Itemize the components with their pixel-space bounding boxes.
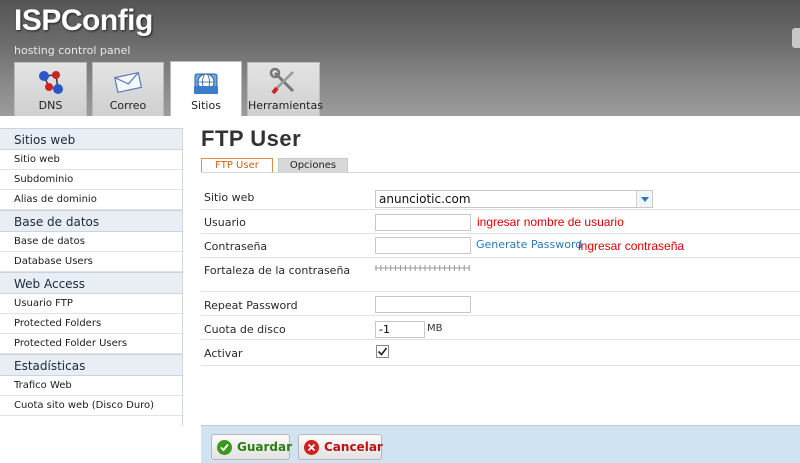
activar-label: Activar — [204, 347, 243, 360]
tab-correo[interactable]: Correo — [92, 62, 164, 116]
usuario-label: Usuario — [204, 216, 246, 229]
tools-icon — [269, 67, 299, 101]
cancel-button[interactable]: Cancelar — [298, 434, 383, 460]
sidebar: Sitios web Sitio web Subdominio Alias de… — [0, 128, 183, 426]
globe-folder-icon — [190, 66, 222, 102]
check-icon — [377, 347, 388, 356]
tab-sitios-label: Sitios — [191, 99, 221, 112]
cancel-button-label: Cancelar — [324, 440, 383, 454]
app-logo: ISPConfig — [14, 4, 153, 37]
sidebar-section-base-de-datos: Base de datos — [0, 210, 182, 232]
sidebar-item-protected-folders[interactable]: Protected Folders — [0, 314, 182, 334]
fortaleza-label: Fortaleza de la contraseña — [204, 264, 351, 277]
chevron-down-icon[interactable] — [636, 191, 652, 207]
repeat-password-input[interactable] — [375, 296, 471, 313]
form-row-repeat-password: Repeat Password — [201, 292, 800, 316]
sitio-web-label: Sitio web — [204, 191, 255, 204]
subtab-ftp-user[interactable]: FTP User — [201, 158, 273, 173]
password-strength-meter — [375, 265, 470, 271]
contrasena-label: Contraseña — [204, 240, 268, 253]
tab-sitios[interactable]: Sitios — [170, 61, 242, 116]
tab-dns-label: DNS — [38, 99, 63, 112]
contrasena-annotation: ingresar contraseña — [578, 239, 685, 253]
cuota-label: Cuota de disco — [204, 323, 286, 336]
form-action-bar: Guardar Cancelar — [201, 425, 800, 463]
sidebar-item-subdominio[interactable]: Subdominio — [0, 170, 182, 190]
page-title: FTP User — [201, 126, 302, 151]
repeat-password-label: Repeat Password — [204, 299, 298, 312]
dns-icon — [36, 67, 66, 101]
sidebar-item-trafico-web[interactable]: Trafico Web — [0, 376, 182, 396]
save-button-label: Guardar — [237, 440, 293, 454]
app-tagline: hosting control panel — [14, 44, 131, 57]
form-row-fortaleza: Fortaleza de la contraseña — [201, 258, 800, 292]
main-content: FTP User FTP User Opciones Sitio web anu… — [201, 126, 800, 366]
usuario-input[interactable] — [375, 214, 471, 231]
sidebar-item-database-users[interactable]: Database Users — [0, 252, 182, 272]
subtab-opciones[interactable]: Opciones — [278, 158, 348, 173]
sidebar-item-sitio-web[interactable]: Sitio web — [0, 150, 182, 170]
cuota-input[interactable] — [375, 321, 425, 338]
sitio-web-select[interactable]: anunciotic.com — [375, 190, 653, 208]
divider — [201, 172, 800, 173]
generate-password-link[interactable]: Generate Password — [476, 238, 582, 251]
check-circle-icon — [217, 440, 232, 455]
tab-herramientas-label: Herramientas — [248, 99, 323, 112]
sidebar-item-alias-de-dominio[interactable]: Alias de dominio — [0, 190, 182, 210]
sidebar-item-cuota-sitio-web[interactable]: Cuota sito web (Disco Duro) — [0, 396, 182, 416]
header-bar: ISPConfig hosting control panel DNS Corr… — [0, 0, 800, 116]
sidebar-item-usuario-ftp[interactable]: Usuario FTP — [0, 294, 182, 314]
activar-checkbox[interactable] — [376, 345, 389, 358]
usuario-annotation: ingresar nombre de usuario — [477, 215, 624, 229]
sidebar-section-web-access: Web Access — [0, 272, 182, 294]
tab-correo-label: Correo — [109, 99, 147, 112]
sidebar-item-protected-folder-users[interactable]: Protected Folder Users — [0, 334, 182, 354]
cuota-unit: MB — [427, 323, 443, 334]
form-row-activar: Activar — [201, 340, 800, 366]
sidebar-section-estadisticas: Estadísticas — [0, 354, 182, 376]
tab-herramientas[interactable]: Herramientas — [247, 62, 323, 116]
close-circle-icon — [304, 440, 319, 455]
tab-dns[interactable]: DNS — [14, 62, 87, 116]
scrollbar-thumb[interactable] — [792, 28, 800, 48]
sidebar-item-base-de-datos[interactable]: Base de datos — [0, 232, 182, 252]
mail-envelope-icon — [113, 67, 143, 101]
sitio-web-value: anunciotic.com — [379, 192, 471, 206]
sidebar-section-sitios-web: Sitios web — [0, 128, 182, 150]
save-button[interactable]: Guardar — [211, 434, 293, 460]
contrasena-input[interactable] — [375, 237, 471, 254]
form-row-cuota: Cuota de disco — [201, 316, 800, 340]
page: ISPConfig hosting control panel DNS Corr… — [0, 0, 800, 463]
